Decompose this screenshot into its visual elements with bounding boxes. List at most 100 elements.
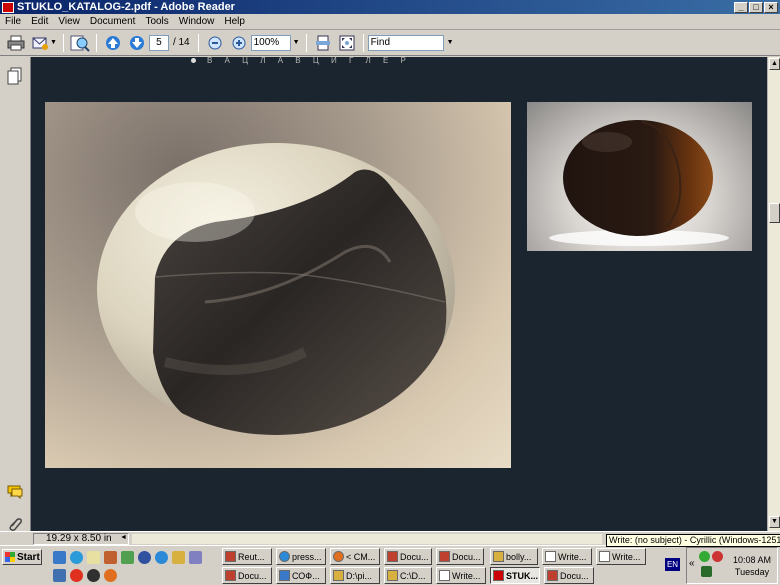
language-indicator[interactable]: EN: [665, 558, 680, 571]
find-input[interactable]: Find: [367, 34, 444, 51]
adobe-reader-icon: [2, 1, 14, 13]
search-icon: [70, 35, 90, 52]
quick-launch-email-icon[interactable]: [53, 569, 66, 582]
zoom-in-icon: [232, 36, 246, 49]
menu-tools[interactable]: Tools: [140, 16, 173, 27]
maximize-button[interactable]: □: [749, 1, 763, 13]
menu-file[interactable]: File: [0, 16, 26, 27]
close-button[interactable]: ×: [764, 1, 778, 13]
print-button[interactable]: [5, 33, 27, 53]
menu-window[interactable]: Window: [174, 16, 220, 27]
menu-bar: File Edit View Document Tools Window Hel…: [0, 14, 780, 30]
task-sof[interactable]: СОФ...: [276, 567, 326, 584]
page-total: / 14: [172, 37, 190, 48]
task-write-3[interactable]: Write...: [436, 567, 486, 584]
comments-icon[interactable]: [6, 483, 24, 501]
zoom-in-button[interactable]: [228, 33, 250, 53]
title-bar: STUKLO_KATALOG-2.pdf - Adobe Reader _ □ …: [0, 0, 780, 14]
page-size-readout: 19.29 x 8.50 in: [33, 533, 129, 545]
fit-width-button[interactable]: [312, 33, 334, 53]
tray-messenger-icon[interactable]: [699, 551, 710, 562]
task-document-2[interactable]: Docu...: [436, 548, 484, 565]
start-button[interactable]: Start: [2, 549, 42, 565]
toolbar-separator: [362, 33, 364, 52]
tray-network-icon[interactable]: [701, 566, 712, 577]
tray-security-icon[interactable]: [712, 551, 723, 562]
system-clock[interactable]: 10:08 AM Tuesday: [732, 554, 772, 578]
quick-launch-paint-icon[interactable]: [104, 551, 117, 564]
quick-launch-media-icon[interactable]: [138, 551, 151, 564]
quick-launch-player-icon[interactable]: [87, 569, 100, 582]
task-c-drive[interactable]: C:\D...: [384, 567, 432, 584]
printer-icon: [7, 35, 25, 50]
scroll-down-arrow[interactable]: ▼: [769, 516, 780, 528]
quick-launch-opera-icon[interactable]: [70, 569, 83, 582]
quick-launch-desktop-icon[interactable]: [53, 551, 66, 564]
task-write-2[interactable]: Write...: [596, 548, 646, 565]
clock-day: Tuesday: [734, 567, 770, 577]
quick-launch-globe-icon[interactable]: [155, 551, 168, 564]
task-press[interactable]: press...: [276, 548, 326, 565]
pages-icon[interactable]: [6, 67, 24, 85]
zoom-dropdown-arrow[interactable]: ▼: [293, 39, 300, 46]
task-cm[interactable]: < CM...: [330, 548, 380, 565]
tray-expand-icon[interactable]: «: [689, 558, 695, 569]
photo-glass-egg-large: [45, 102, 511, 468]
toolbar-separator: [62, 33, 64, 52]
clock-time: 10:08 AM: [732, 555, 772, 565]
quick-launch-folder-icon[interactable]: [172, 551, 185, 564]
arrow-up-icon: [105, 35, 120, 50]
search-button[interactable]: [69, 33, 91, 53]
taskbar: Start Reut... press... < CM... Docu... D…: [0, 545, 780, 585]
quick-launch-window-icon[interactable]: [189, 551, 202, 564]
zoom-out-icon: [208, 36, 222, 49]
toolbar: ▼ 5 / 14 100% ▼ Find ▼: [0, 30, 780, 56]
quick-launch-firefox-icon[interactable]: [104, 569, 117, 582]
navigation-panel: [0, 57, 31, 531]
menu-view[interactable]: View: [53, 16, 85, 27]
quick-launch-notepad-icon[interactable]: [87, 551, 100, 564]
toolbar-separator: [95, 33, 97, 52]
taskbar-tooltip: Write: (no subject) - Cyrillic (Windows-…: [606, 534, 780, 547]
scroll-thumb[interactable]: [769, 203, 780, 223]
task-document-4[interactable]: Docu...: [544, 567, 594, 584]
document-view[interactable]: В А Ц Л А В Ц И Г Л Е Р: [31, 57, 767, 531]
full-screen-button[interactable]: [336, 33, 358, 53]
horizontal-scrollbar[interactable]: [132, 534, 602, 544]
windows-logo-icon: [5, 552, 15, 562]
zoom-level-input[interactable]: 100%: [250, 34, 291, 51]
window-title: STUKLO_KATALOG-2.pdf - Adobe Reader: [17, 1, 235, 13]
email-dropdown-arrow[interactable]: ▼: [50, 39, 57, 46]
previous-page-button[interactable]: [102, 33, 124, 53]
next-page-button[interactable]: [126, 33, 148, 53]
task-reuters[interactable]: Reut...: [222, 548, 272, 565]
quick-launch-ie-icon[interactable]: [70, 551, 83, 564]
email-button[interactable]: [29, 33, 51, 53]
fit-page-icon: [315, 35, 330, 50]
quick-launch-app-icon[interactable]: [121, 551, 134, 564]
full-screen-icon: [339, 35, 355, 50]
scroll-left-arrow[interactable]: ◄: [120, 534, 127, 541]
minimize-button[interactable]: _: [734, 1, 748, 13]
find-dropdown-arrow[interactable]: ▼: [447, 39, 454, 46]
header-bullet: [191, 58, 196, 63]
zoom-out-button[interactable]: [204, 33, 226, 53]
page-number-input[interactable]: 5: [148, 34, 169, 51]
task-stuklo-active[interactable]: STUK...: [490, 567, 540, 584]
email-icon: [32, 37, 48, 50]
task-write-1[interactable]: Write...: [542, 548, 592, 565]
arrow-down-icon: [129, 35, 144, 50]
start-label: Start: [17, 551, 40, 563]
vertical-scrollbar[interactable]: ▲ ▼: [767, 57, 780, 531]
menu-help[interactable]: Help: [219, 16, 250, 27]
task-bolly[interactable]: bolly...: [490, 548, 538, 565]
task-document-1[interactable]: Docu...: [384, 548, 432, 565]
page-header-text: В А Ц Л А В Ц И Г Л Е Р: [207, 57, 411, 65]
scroll-up-arrow[interactable]: ▲: [769, 58, 780, 70]
menu-edit[interactable]: Edit: [26, 16, 53, 27]
toolbar-separator: [305, 33, 307, 52]
task-document-3[interactable]: Docu...: [222, 567, 272, 584]
menu-document[interactable]: Document: [85, 16, 141, 27]
photo-glass-egg-small: [527, 102, 752, 251]
task-d-drive[interactable]: D:\pi...: [330, 567, 380, 584]
